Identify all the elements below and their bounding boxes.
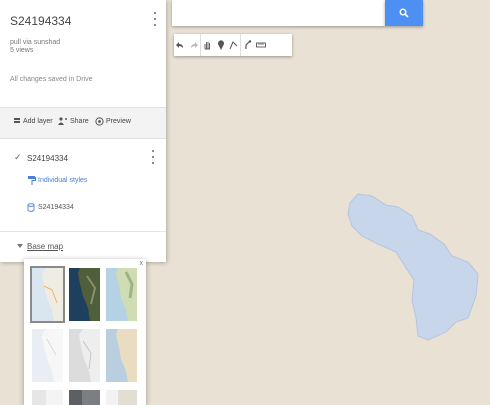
- panel-action-bar: Add layer Share Preview: [0, 107, 166, 139]
- hand-icon[interactable]: [200, 34, 214, 56]
- basemap-thumbnail-light-political[interactable]: [32, 329, 63, 382]
- basemap-thumbnail-dark-landmass[interactable]: [69, 390, 100, 405]
- add-layer-icon: [14, 118, 20, 123]
- preview-icon: [95, 117, 104, 126]
- basemap-thumbnail-map[interactable]: [30, 266, 65, 323]
- panel-divider: [0, 231, 166, 232]
- map-description[interactable]: pull via sunshad: [10, 38, 60, 47]
- dataset-label: S24194334: [38, 204, 74, 211]
- marker-icon[interactable]: [214, 34, 227, 56]
- basemap-thumbnail-whitewater[interactable]: [106, 390, 137, 405]
- style-link[interactable]: Individual styles: [28, 175, 87, 185]
- line-icon[interactable]: [227, 34, 240, 56]
- map-view-count: 5 views: [10, 47, 34, 54]
- add-layer-label: Add layer: [23, 117, 53, 125]
- save-status: All changes saved in Drive: [10, 76, 93, 83]
- basemap-thumbnail-light-landmass[interactable]: [32, 390, 63, 405]
- basemap-toggle[interactable]: Base map: [17, 242, 63, 251]
- layers-panel: S24194334 pull via sunshad 5 views All c…: [0, 0, 166, 262]
- map-toolbar: [174, 34, 292, 56]
- map-options-icon[interactable]: [152, 12, 158, 26]
- search-input[interactable]: [172, 0, 385, 26]
- basemap-thumbnail-simple-atlas[interactable]: [106, 329, 137, 382]
- layer-options-icon[interactable]: [150, 150, 156, 164]
- basemap-thumbnail-terrain[interactable]: [106, 268, 137, 321]
- add-layer-button[interactable]: Add layer: [13, 117, 53, 125]
- share-label: Share: [70, 117, 89, 125]
- share-icon: [58, 117, 67, 125]
- undo-icon[interactable]: [174, 34, 187, 56]
- region-polygon[interactable]: [347, 193, 479, 341]
- dataset-link[interactable]: S24194334: [27, 203, 74, 212]
- preview-label: Preview: [106, 118, 131, 125]
- basemap-label: Base map: [27, 242, 64, 251]
- layer-name[interactable]: S24194334: [27, 154, 68, 163]
- layer-visibility-checkbox[interactable]: ✓: [14, 152, 22, 163]
- basemap-thumbnail-mono-city[interactable]: [69, 329, 100, 382]
- search-icon: [399, 8, 409, 18]
- basemap-picker: x: [24, 259, 146, 405]
- share-button[interactable]: Share: [58, 117, 89, 125]
- search-button[interactable]: [385, 0, 423, 26]
- ruler-icon[interactable]: [254, 34, 267, 56]
- preview-button[interactable]: Preview: [95, 117, 131, 126]
- map-title[interactable]: S24194334: [10, 14, 71, 28]
- redo-icon[interactable]: [187, 34, 200, 56]
- close-icon[interactable]: x: [140, 260, 144, 267]
- chevron-down-icon: [17, 244, 23, 248]
- paint-roller-icon: [28, 176, 36, 185]
- route-icon[interactable]: [240, 34, 254, 56]
- style-link-label: Individual styles: [38, 176, 88, 184]
- dataset-icon: [27, 203, 35, 212]
- basemap-thumbnail-satellite[interactable]: [69, 268, 100, 321]
